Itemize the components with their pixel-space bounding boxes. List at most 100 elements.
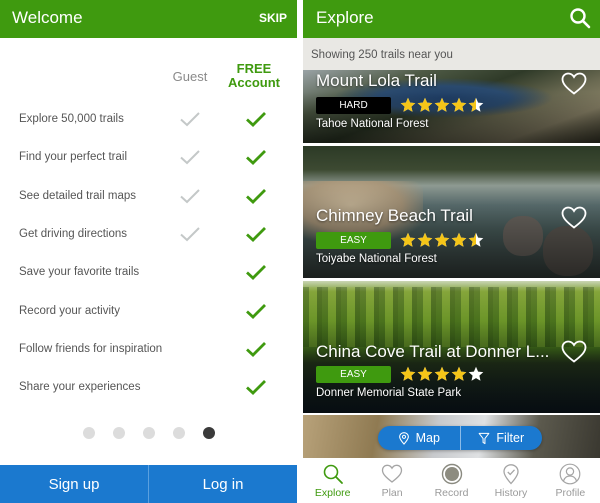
feature-label: Get driving directions xyxy=(19,227,128,240)
guest-checkmark-icon xyxy=(180,188,200,203)
feature-row: Find your perfect trail xyxy=(0,139,297,177)
free-checkmark-icon xyxy=(246,188,266,204)
star-full-icon xyxy=(434,232,450,247)
tab-profile[interactable]: Profile xyxy=(541,458,600,503)
profile-icon xyxy=(559,463,581,485)
feature-row: Get driving directions xyxy=(0,216,297,254)
feature-label: Follow friends for inspiration xyxy=(19,342,163,355)
log-in-button[interactable]: Log in xyxy=(148,465,297,503)
star-full-icon xyxy=(451,232,467,247)
search-icon xyxy=(323,464,343,484)
star-half-icon xyxy=(468,97,484,112)
tab-label: Explore xyxy=(314,487,351,499)
free-account-line2: Account xyxy=(228,75,280,90)
feature-label: Share your experiences xyxy=(19,381,141,394)
welcome-header: Welcome SKIP xyxy=(0,0,297,38)
star-full-icon xyxy=(400,232,416,247)
trail-card[interactable]: Chimney Beach Trail EASY Toiyabe Nationa… xyxy=(303,146,600,278)
favorite-heart-icon[interactable] xyxy=(561,206,587,230)
heart-icon xyxy=(381,464,403,483)
trail-location: Donner Memorial State Park xyxy=(316,387,462,399)
guest-checkmark-icon xyxy=(180,112,200,127)
favorite-heart-icon[interactable] xyxy=(561,340,587,364)
free-account-column-header: FREE Account xyxy=(222,62,286,90)
filter-funnel-icon xyxy=(479,432,490,444)
feature-label: Find your perfect trail xyxy=(19,151,128,164)
explore-screen: Explore Showing 250 trails near you Moun… xyxy=(303,0,600,503)
star-full-icon xyxy=(417,232,433,247)
feature-row: Save your favorite trails xyxy=(0,254,297,292)
free-checkmark-icon xyxy=(246,303,266,319)
trail-count-text: Showing 250 trails near you xyxy=(303,38,600,70)
page-dot[interactable] xyxy=(143,427,155,439)
feature-row: Record your activity xyxy=(0,293,297,331)
star-full-icon xyxy=(417,366,433,381)
star-full-icon xyxy=(400,366,416,381)
star-full-icon xyxy=(451,97,467,112)
favorite-heart-icon[interactable] xyxy=(561,72,587,96)
star-full-icon xyxy=(451,366,467,381)
feature-row: Explore 50,000 trails xyxy=(0,101,297,139)
trail-card[interactable]: China Cove Trail at Donner L... EASY Don… xyxy=(303,281,600,413)
map-filter-toggle: Map Filter xyxy=(378,426,542,450)
explore-header: Explore xyxy=(303,0,600,38)
free-checkmark-icon xyxy=(246,112,266,127)
explore-title: Explore xyxy=(316,8,374,27)
page-dot[interactable] xyxy=(173,427,185,439)
history-pin-icon xyxy=(503,464,519,485)
feature-label: Record your activity xyxy=(19,304,120,317)
trail-name: China Cove Trail at Donner L... xyxy=(316,342,550,361)
map-button[interactable]: Map xyxy=(378,426,460,450)
bottom-tab-bar: Explore Plan Record History Profile xyxy=(303,458,600,503)
page-dot[interactable] xyxy=(83,427,95,439)
tab-history[interactable]: History xyxy=(481,458,540,503)
trail-name: Mount Lola Trail xyxy=(316,71,437,90)
tab-label: Plan xyxy=(381,487,403,499)
trail-card[interactable]: Mount Lola Trail HARD Tahoe National For… xyxy=(303,70,600,143)
rating-stars xyxy=(400,232,484,249)
page-indicator xyxy=(83,427,215,439)
search-icon[interactable] xyxy=(568,6,592,30)
skip-button[interactable]: SKIP xyxy=(259,11,287,25)
star-half-icon xyxy=(468,232,484,247)
tab-plan[interactable]: Plan xyxy=(362,458,421,503)
record-icon xyxy=(441,463,462,485)
feature-row: See detailed trail maps xyxy=(0,178,297,216)
guest-checkmark-icon xyxy=(180,227,200,242)
feature-label: Explore 50,000 trails xyxy=(19,113,124,125)
filter-button[interactable]: Filter xyxy=(459,426,543,450)
welcome-title: Welcome xyxy=(12,8,83,27)
feature-label: Save your favorite trails xyxy=(19,266,140,279)
free-checkmark-icon xyxy=(246,226,266,242)
tab-explore[interactable]: Explore xyxy=(303,458,362,503)
free-checkmark-icon xyxy=(246,341,266,357)
welcome-screen: Welcome SKIP Guest FREE Account Explore … xyxy=(0,0,297,503)
feature-row: Share your experiences xyxy=(0,369,297,407)
guest-checkmark-icon xyxy=(180,150,200,165)
tab-label: History xyxy=(494,487,528,499)
trail-location: Tahoe National Forest xyxy=(316,118,429,130)
map-pin-icon xyxy=(398,431,409,445)
tab-record[interactable]: Record xyxy=(422,458,481,503)
star-full-icon xyxy=(400,97,416,112)
map-label: Map xyxy=(415,431,440,445)
page-dot[interactable] xyxy=(113,427,125,439)
trail-name: Chimney Beach Trail xyxy=(316,206,473,225)
star-full-icon xyxy=(434,366,450,381)
guest-column-header: Guest xyxy=(172,69,208,84)
auth-buttons: Sign up Log in xyxy=(0,465,297,503)
feature-label: See detailed trail maps xyxy=(19,189,136,202)
tab-label: Profile xyxy=(555,487,586,499)
tab-label: Record xyxy=(434,487,469,499)
free-checkmark-icon xyxy=(246,150,266,166)
difficulty-badge: HARD xyxy=(316,97,391,114)
trail-location: Toiyabe National Forest xyxy=(316,253,437,265)
free-checkmark-icon xyxy=(246,380,266,396)
page-dot[interactable] xyxy=(203,427,215,439)
difficulty-badge: EASY xyxy=(316,232,391,249)
star-full-icon xyxy=(417,97,433,112)
feature-row: Follow friends for inspiration xyxy=(0,331,297,369)
free-account-line1: FREE xyxy=(236,61,272,76)
sign-up-button[interactable]: Sign up xyxy=(0,465,148,503)
rating-stars xyxy=(400,366,484,383)
